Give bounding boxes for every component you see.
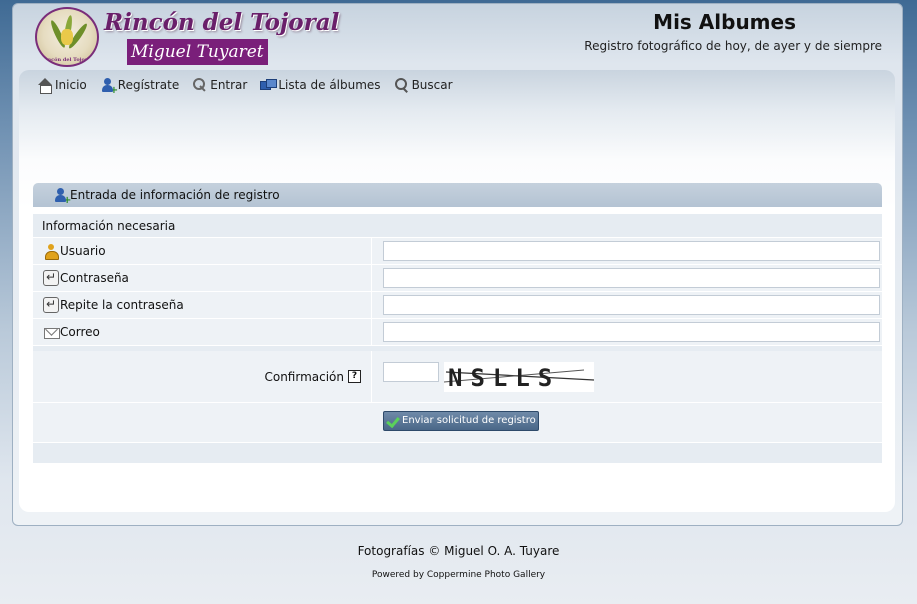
repite-contrasena-label: Repite la contraseña <box>60 298 184 312</box>
password-confirm-input[interactable] <box>383 295 880 315</box>
nav-item-lista-albumes[interactable]: Lista de álbumes <box>260 77 381 93</box>
album-list-icon <box>260 77 278 93</box>
user-icon <box>43 243 59 260</box>
section-heading: Información necesaria <box>33 214 882 238</box>
register-icon: + <box>53 187 71 206</box>
brand-subtitle: Miguel Tuyaret <box>127 39 268 65</box>
field-label: Usuario <box>33 238 372 264</box>
copyright-text: Fotografías © Miguel O. A. Tuyare <box>357 544 560 558</box>
nav-item-entrar[interactable]: Entrar <box>192 77 247 93</box>
password-input[interactable] <box>383 268 880 288</box>
email-input[interactable] <box>383 322 880 342</box>
form-footer <box>33 443 882 463</box>
nav-label: Lista de álbumes <box>278 78 381 92</box>
username-input[interactable] <box>383 241 880 261</box>
form-row-confirmacion: Confirmación ? NSLLS <box>33 351 882 403</box>
correo-label: Correo <box>60 325 100 339</box>
captcha-text: NSLLS <box>448 364 560 392</box>
nav-label: Buscar <box>411 78 453 92</box>
submit-row: Enviar solicitud de registro <box>33 403 882 443</box>
field-label: Contraseña <box>33 265 372 291</box>
logo-flower <box>61 29 73 45</box>
mail-icon <box>43 324 60 340</box>
captcha-input[interactable] <box>383 361 439 382</box>
nav-label: Entrar <box>210 78 248 92</box>
field-cell <box>372 238 882 264</box>
field-label: Confirmación ? <box>33 351 372 402</box>
usuario-label: Usuario <box>60 244 106 258</box>
top-nav: Inicio + Regístrate Entrar Lista de álbu… <box>37 77 466 96</box>
field-label: Correo <box>33 319 372 345</box>
form-title: Entrada de información de registro <box>70 188 280 202</box>
registration-form: + Entrada de información de registro Inf… <box>33 183 882 465</box>
nav-label: Regístrate <box>117 78 180 92</box>
search-icon <box>394 77 410 93</box>
form-row-correo: Correo <box>33 319 882 346</box>
nav-item-registrate[interactable]: + Regístrate <box>100 77 180 96</box>
register-icon: + <box>100 77 118 96</box>
password-icon <box>43 270 59 286</box>
logo-text: Rincón del Tojoral <box>41 57 93 63</box>
field-label: Repite la contraseña <box>33 292 372 318</box>
key-icon <box>192 77 208 93</box>
brand-title: Rincón del Tojoral <box>104 9 340 36</box>
field-cell <box>372 319 882 345</box>
home-icon <box>37 77 53 94</box>
form-row-repite-contrasena: Repite la contraseña <box>33 292 882 319</box>
form-row-usuario: Usuario <box>33 238 882 265</box>
captcha-image: NSLLS <box>444 361 594 392</box>
submit-label: Enviar solicitud de registro <box>402 415 536 426</box>
submit-registration-button[interactable]: Enviar solicitud de registro <box>383 410 539 431</box>
confirmacion-label: Confirmación <box>264 369 344 384</box>
site-description: Registro fotográfico de hoy, de ayer y d… <box>584 39 882 53</box>
field-cell: NSLLS <box>372 351 882 402</box>
site-logo[interactable]: Rincón del Tojoral <box>35 7 99 67</box>
page-title: Mis Albumes <box>653 10 796 34</box>
field-cell <box>372 292 882 318</box>
nav-item-buscar[interactable]: Buscar <box>394 77 453 93</box>
form-row-contrasena: Contraseña <box>33 265 882 292</box>
password-icon <box>43 297 59 313</box>
powered-by-link[interactable]: Powered by Coppermine Photo Gallery <box>0 570 917 580</box>
nav-item-inicio[interactable]: Inicio <box>37 77 87 94</box>
help-icon[interactable]: ? <box>348 370 361 383</box>
form-header: + Entrada de información de registro <box>33 183 882 207</box>
check-icon <box>386 414 400 428</box>
contrasena-label: Contraseña <box>60 271 129 285</box>
field-cell <box>372 265 882 291</box>
nav-label: Inicio <box>55 78 87 92</box>
